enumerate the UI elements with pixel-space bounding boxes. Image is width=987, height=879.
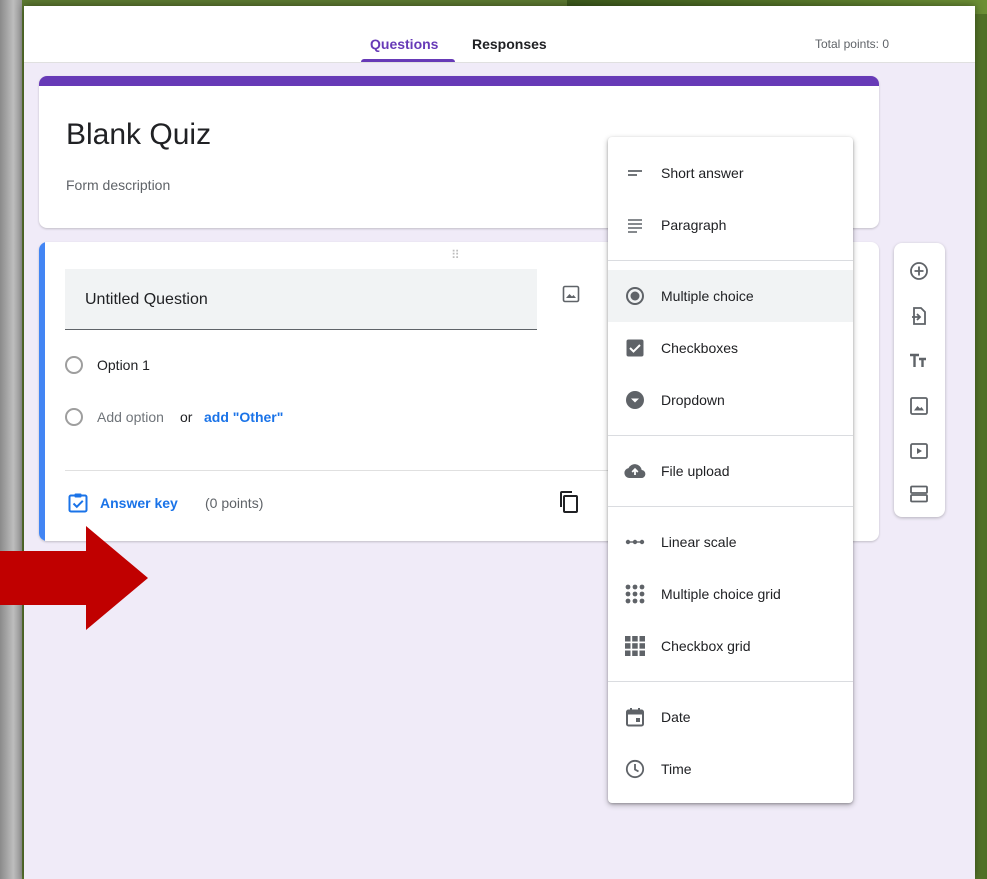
add-other-link[interactable]: add "Other" (204, 409, 283, 425)
red-arrow-annotation (0, 526, 148, 630)
add-image-icon[interactable] (907, 394, 931, 418)
add-option-radio (65, 408, 83, 426)
menu-item-short-answer[interactable]: Short answer (608, 147, 853, 199)
short-answer-icon (623, 161, 647, 185)
menu-item-label: Dropdown (661, 392, 725, 408)
active-question-bar (39, 242, 45, 541)
menu-divider (608, 435, 853, 436)
linear-scale-icon (623, 530, 647, 554)
answer-key-button[interactable]: Answer key (100, 495, 178, 511)
menu-divider (608, 506, 853, 507)
tab-questions[interactable]: Questions (370, 36, 438, 52)
form-title[interactable]: Blank Quiz (66, 118, 211, 152)
menu-item-label: File upload (661, 463, 730, 479)
menu-item-label: Paragraph (661, 217, 727, 233)
question-type-menu: Short answer Paragraph Multiple choice C… (608, 137, 853, 803)
menu-divider (608, 260, 853, 261)
question-points: (0 points) (205, 495, 264, 511)
active-tab-indicator (361, 59, 455, 62)
duplicate-icon[interactable] (557, 490, 581, 519)
drag-handle-icon[interactable]: ⠿ (451, 248, 461, 262)
grid-dots-icon (623, 582, 647, 606)
calendar-icon (623, 705, 647, 729)
tab-responses[interactable]: Responses (472, 36, 547, 52)
menu-item-checkbox-grid[interactable]: Checkbox grid (608, 620, 853, 672)
radio-checked-icon (623, 284, 647, 308)
add-section-icon[interactable] (907, 482, 931, 506)
form-description[interactable]: Form description (66, 177, 170, 193)
option-1-radio[interactable] (65, 356, 83, 374)
menu-item-label: Time (661, 761, 692, 777)
menu-item-linear-scale[interactable]: Linear scale (608, 516, 853, 568)
question-footer-divider (65, 470, 640, 471)
desktop-left-edge (0, 0, 22, 879)
menu-item-label: Checkbox grid (661, 638, 751, 654)
menu-item-checkboxes[interactable]: Checkboxes (608, 322, 853, 374)
menu-item-multiple-choice[interactable]: Multiple choice (608, 270, 853, 322)
top-bar: Questions Responses Total points: 0 (24, 6, 975, 63)
title-card-accent (39, 76, 879, 86)
menu-item-file-upload[interactable]: File upload (608, 445, 853, 497)
import-questions-icon[interactable] (907, 304, 931, 328)
menu-item-label: Date (661, 709, 691, 725)
menu-item-time[interactable]: Time (608, 743, 853, 795)
add-title-icon[interactable] (907, 349, 931, 373)
menu-item-paragraph[interactable]: Paragraph (608, 199, 853, 251)
paragraph-icon (623, 213, 647, 237)
add-option-link[interactable]: Add option (97, 409, 164, 425)
grid-squares-icon (623, 634, 647, 658)
menu-item-label: Multiple choice grid (661, 586, 781, 602)
or-text: or (180, 409, 193, 425)
menu-item-label: Short answer (661, 165, 744, 181)
menu-item-dropdown[interactable]: Dropdown (608, 374, 853, 426)
menu-item-label: Linear scale (661, 534, 737, 550)
clock-icon (623, 757, 647, 781)
dropdown-icon (623, 388, 647, 412)
menu-item-label: Multiple choice (661, 288, 754, 304)
menu-divider (608, 681, 853, 682)
menu-item-date[interactable]: Date (608, 691, 853, 743)
total-points: Total points: 0 (814, 37, 889, 51)
option-1-label[interactable]: Option 1 (97, 357, 150, 373)
add-question-icon[interactable] (907, 259, 931, 283)
cloud-upload-icon (623, 459, 647, 483)
add-video-icon[interactable] (907, 439, 931, 463)
side-toolbar (894, 243, 945, 517)
menu-item-multiple-choice-grid[interactable]: Multiple choice grid (608, 568, 853, 620)
checkbox-icon (623, 336, 647, 360)
forms-editor-window: Questions Responses Total points: 0 Blan… (24, 6, 975, 879)
question-title-field[interactable]: Untitled Question (65, 269, 537, 330)
answer-key-icon[interactable] (67, 492, 89, 519)
question-title: Untitled Question (85, 291, 208, 308)
menu-item-label: Checkboxes (661, 340, 739, 356)
add-image-icon[interactable] (562, 285, 580, 308)
